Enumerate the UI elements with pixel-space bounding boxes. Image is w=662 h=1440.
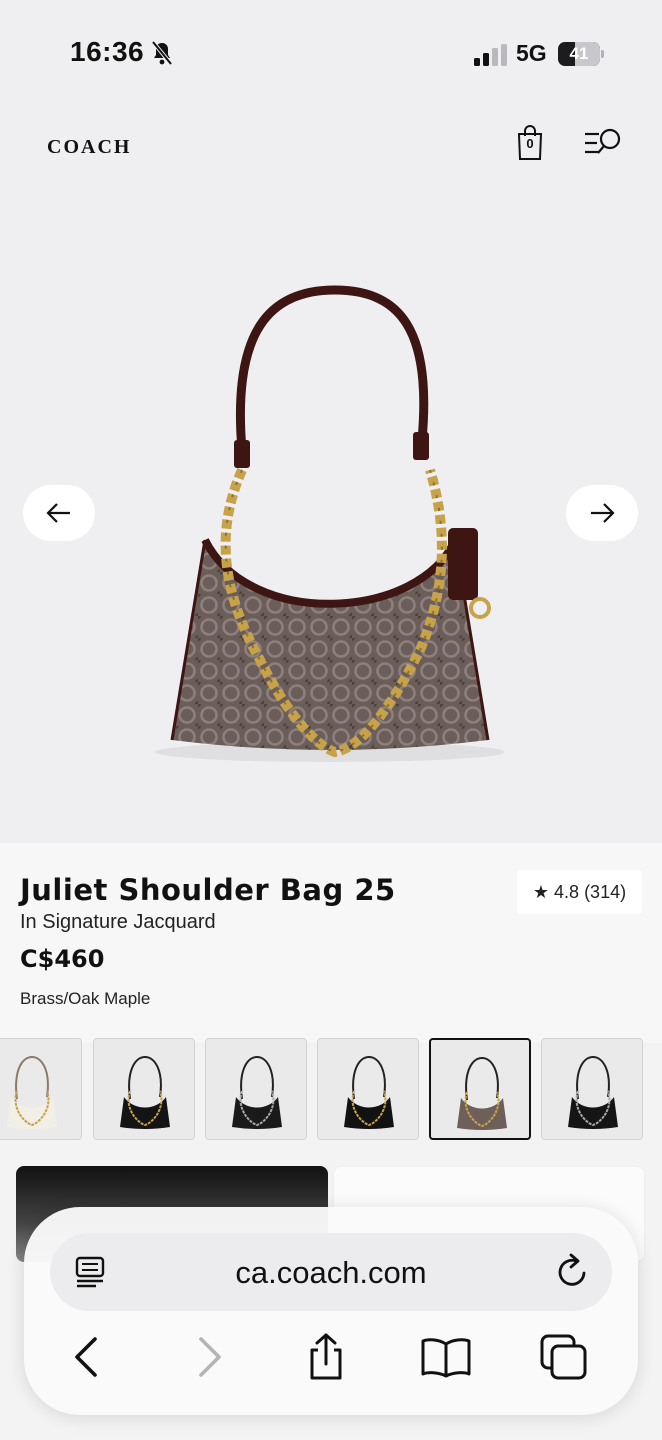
reload-icon[interactable] [554, 1251, 592, 1291]
bell-slash-icon [151, 40, 173, 66]
tabs-button[interactable] [536, 1329, 592, 1385]
address-bar[interactable]: ca.coach.com [50, 1233, 612, 1311]
swatch-bag-thumbnail [457, 1056, 507, 1130]
swatch-bag-thumbnail [568, 1055, 618, 1129]
product-subtitle: In Signature Jacquard [20, 911, 216, 933]
swatch-bag-thumbnail [344, 1055, 394, 1129]
swatch-bag-thumbnail [120, 1055, 170, 1129]
rating-value: 4.8 [554, 881, 580, 902]
browser-toolbar: ca.coach.com [24, 1207, 638, 1415]
color-swatch-black-silver[interactable] [205, 1038, 307, 1140]
tabs-icon [540, 1334, 587, 1380]
product-image [155, 285, 505, 762]
coach-logo[interactable]: COACH [47, 136, 131, 159]
review-count: (314) [584, 881, 627, 902]
color-swatch-black-silver-chain[interactable] [541, 1038, 643, 1140]
chevron-right-icon [199, 1337, 221, 1377]
menu-search-icon[interactable] [582, 126, 624, 160]
product-title: Juliet Shoulder Bag 25 [20, 873, 396, 907]
site-header: COACH 0 [0, 100, 662, 195]
product-info: Juliet Shoulder Bag 25 In Signature Jacq… [0, 843, 662, 1043]
bookmarks-button[interactable] [418, 1329, 474, 1385]
battery-indicator: 41 [558, 42, 604, 66]
arrow-left-icon [46, 503, 70, 523]
star-icon: ★ [532, 881, 550, 902]
product-color-name: Brass/Oak Maple [20, 989, 151, 1008]
battery-percent: 41 [569, 44, 589, 63]
forward-button[interactable] [182, 1329, 238, 1385]
share-icon [310, 1333, 342, 1380]
book-icon [421, 1338, 471, 1378]
color-swatch-chalk[interactable] [0, 1038, 82, 1140]
bag-count: 0 [526, 136, 534, 151]
carousel-next-button[interactable] [566, 485, 638, 541]
carousel-prev-button[interactable] [23, 485, 95, 541]
color-swatch-black-gold[interactable] [93, 1038, 195, 1140]
share-button[interactable] [298, 1329, 354, 1385]
signal-icon [474, 44, 507, 66]
arrow-right-icon [591, 503, 615, 523]
product-image-carousel[interactable] [0, 195, 662, 843]
product-price: C$460 [20, 945, 105, 973]
color-swatch-brass-oak-maple[interactable] [429, 1038, 531, 1140]
color-swatch-black-leather[interactable] [317, 1038, 419, 1140]
color-swatches [0, 1038, 662, 1140]
swatch-bag-thumbnail [232, 1055, 282, 1129]
chevron-left-icon [75, 1337, 97, 1377]
status-time: 16:36 [70, 36, 145, 67]
shopping-bag-button[interactable]: 0 [512, 124, 548, 162]
url-text: ca.coach.com [235, 1255, 427, 1290]
swatch-bag-thumbnail [7, 1055, 57, 1129]
back-button[interactable] [58, 1329, 114, 1385]
status-bar: 16:36 5G 41 [0, 0, 662, 100]
network-type: 5G [516, 40, 547, 66]
rating-badge[interactable]: ★ 4.8 (314) [517, 870, 642, 914]
